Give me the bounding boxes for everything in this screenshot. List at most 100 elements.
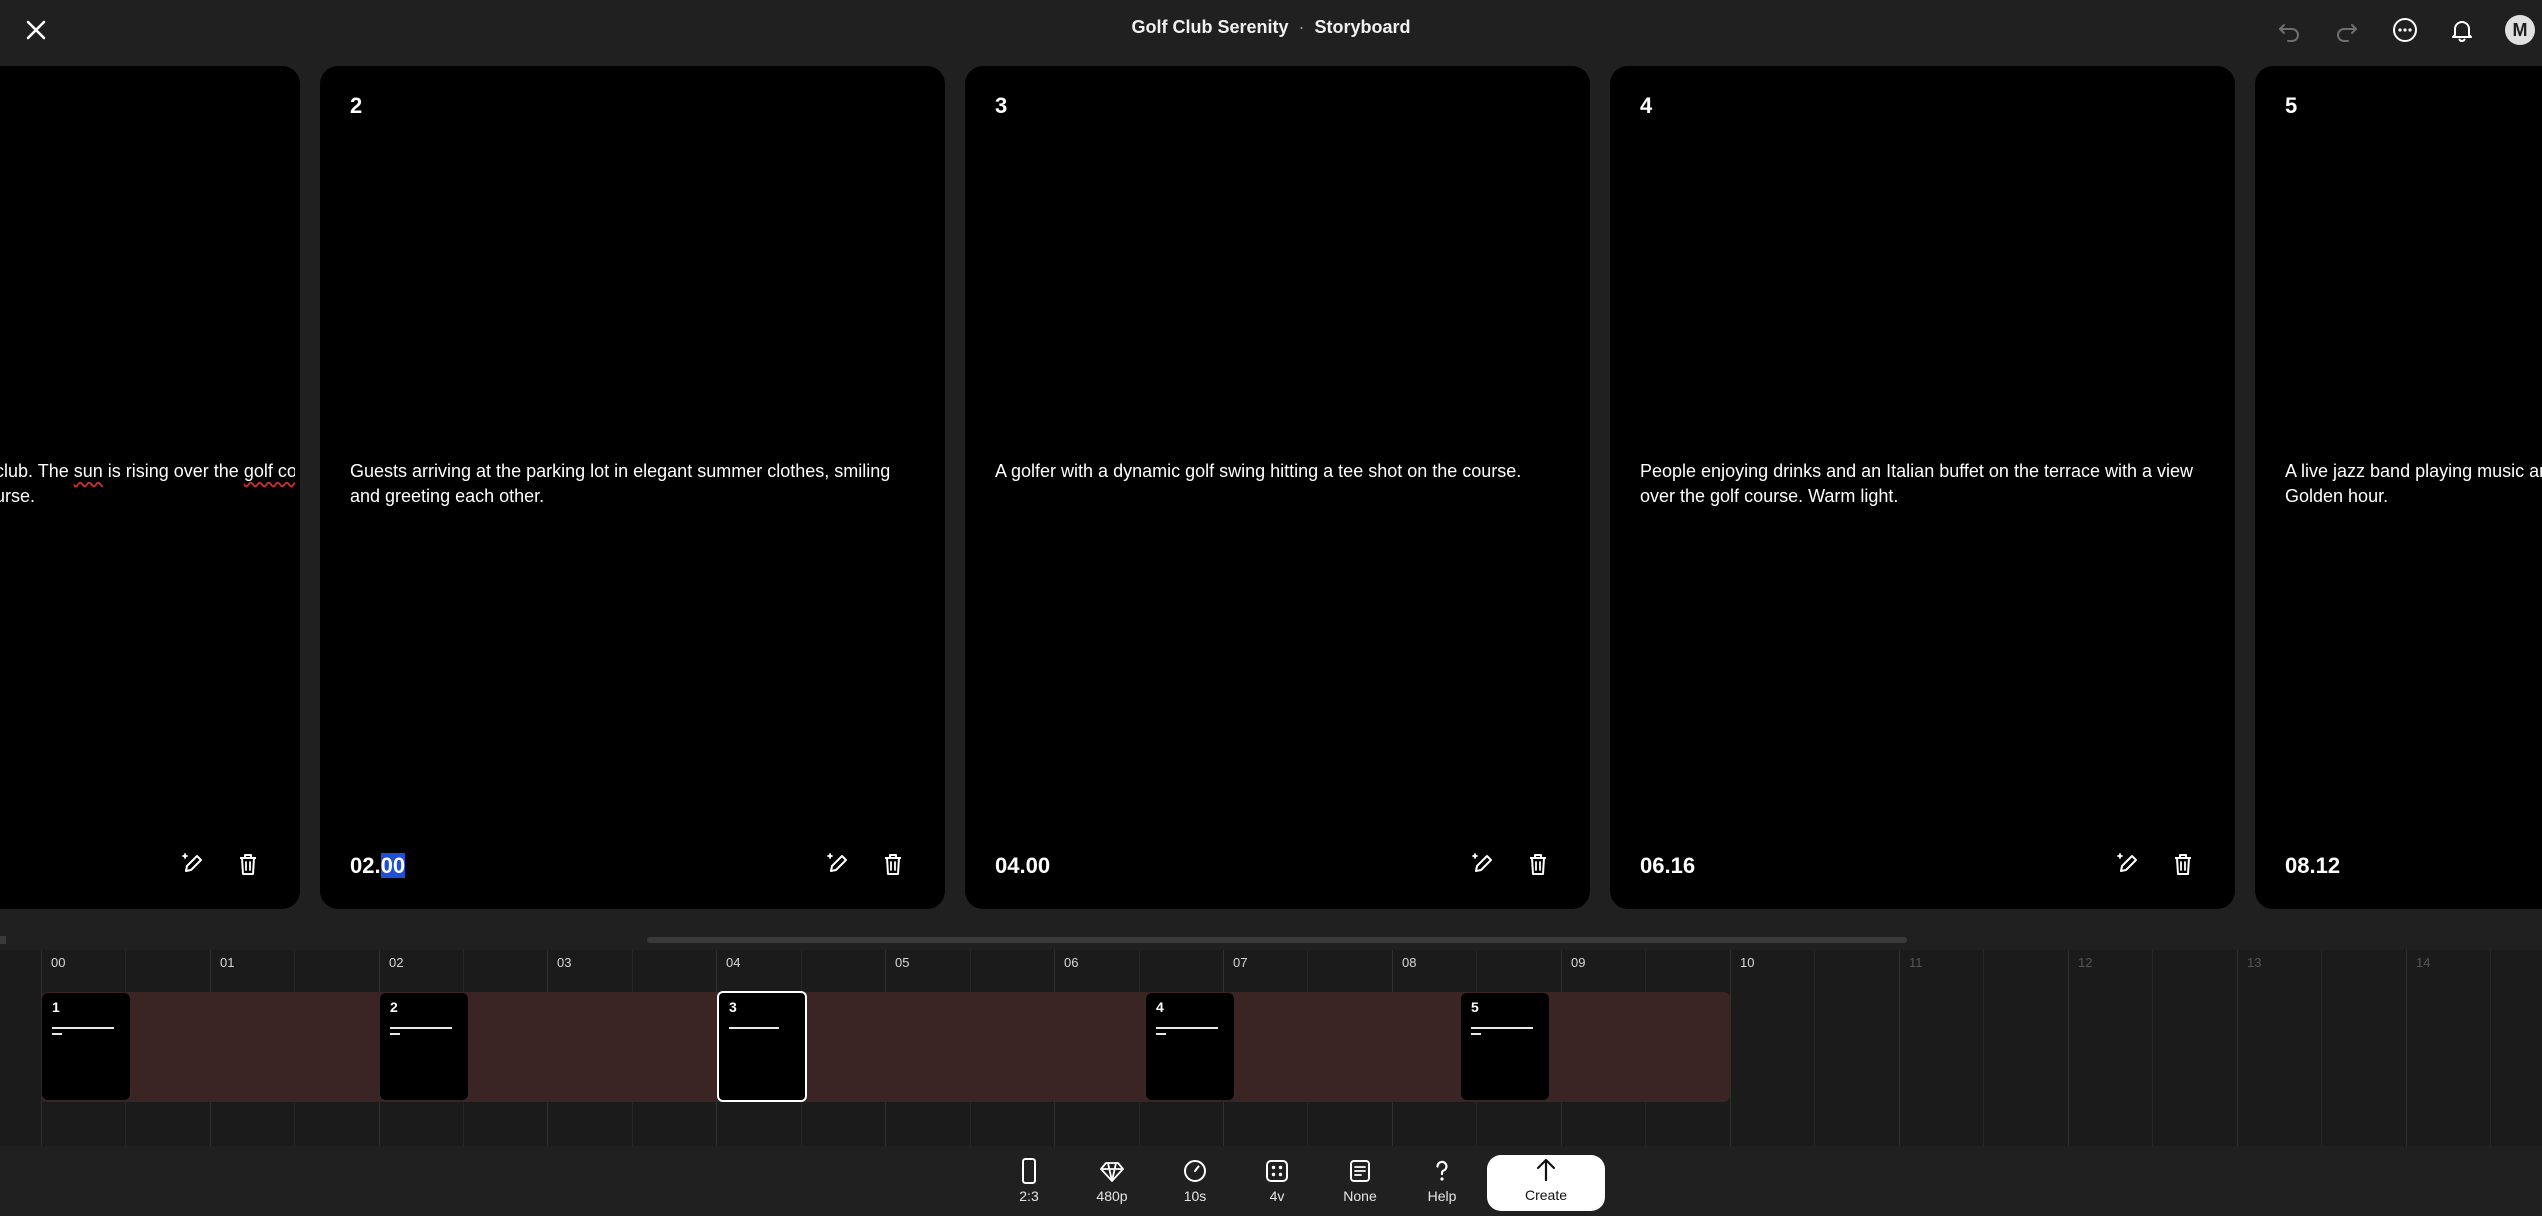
aspect-ratio-label: 2:3 xyxy=(1019,1188,1039,1204)
create-button[interactable]: Create xyxy=(1487,1155,1605,1211)
timeline[interactable]: 00 01 02 03 04 05 06 07 08 09 10 11 12 1… xyxy=(0,950,2542,1146)
scene-description[interactable]: club. The sun is rising over the golf co… xyxy=(0,459,295,509)
tick-label: 10 xyxy=(1740,955,1755,970)
magic-pencil-icon xyxy=(2117,853,2137,872)
delete-scene-button[interactable] xyxy=(2165,846,2201,882)
duration-label: 10s xyxy=(1183,1188,1207,1204)
variations-button[interactable]: 4v xyxy=(1245,1158,1309,1212)
grid-icon xyxy=(1266,1160,1288,1182)
project-name: Golf Club Serenity xyxy=(1131,17,1289,37)
delete-scene-button[interactable] xyxy=(875,846,911,882)
scene-start-time[interactable]: 04.00 xyxy=(995,853,1050,879)
tick-label: 11 xyxy=(1909,955,1923,970)
ai-edit-button[interactable] xyxy=(820,846,856,882)
clock-icon xyxy=(1184,1160,1206,1182)
tick-line xyxy=(1983,950,1984,1146)
header-bar: Golf Club Serenity · Storyboard M xyxy=(0,0,2542,60)
scene-card-3[interactable]: 3 A golfer with a dynamic golf swing hit… xyxy=(965,66,1590,909)
misspelled-word: golf course xyxy=(243,461,295,481)
scene-start-time[interactable]: 08.12 xyxy=(2285,853,2340,879)
scene-description[interactable]: Guests arriving at the parking lot in el… xyxy=(350,459,915,509)
misspelled-word: sun xyxy=(73,461,103,481)
clip-text-line xyxy=(1471,1033,1481,1035)
aspect-ratio-button[interactable]: 2:3 xyxy=(997,1158,1061,1212)
help-button[interactable]: Help xyxy=(1410,1158,1474,1212)
tick-label: 03 xyxy=(557,955,572,970)
diamond-icon xyxy=(1100,1162,1124,1182)
style-button[interactable]: None xyxy=(1328,1158,1392,1212)
view-name: Storyboard xyxy=(1314,17,1411,37)
avatar[interactable]: M xyxy=(2505,15,2535,45)
clip-text-line xyxy=(52,1027,114,1029)
clip-text-line xyxy=(1471,1027,1533,1029)
scene-start-time[interactable]: 02.00 xyxy=(350,853,406,879)
scene-description[interactable]: A golfer with a dynamic golf swing hitti… xyxy=(995,459,1560,484)
tick-label: 01 xyxy=(220,955,235,970)
trash-icon xyxy=(240,854,256,875)
clip-number: 3 xyxy=(729,999,737,1015)
undo-icon xyxy=(2279,24,2299,42)
scene-card-5[interactable]: 5 A live jazz band playing music and peo… xyxy=(2255,66,2542,909)
tick-label: 08 xyxy=(1402,955,1417,970)
more-icon xyxy=(2393,18,2417,42)
desc-text: is rising over the xyxy=(102,461,244,481)
tick-label: 07 xyxy=(1233,955,1248,970)
help-label: Help xyxy=(1427,1188,1457,1204)
timeline-clip-5[interactable]: 5 xyxy=(1461,993,1549,1100)
question-mark-icon xyxy=(1436,1160,1448,1181)
scene-card-2[interactable]: 2 Guests arriving at the parking lot in … xyxy=(320,66,945,909)
timeline-clip-1[interactable]: 1 xyxy=(42,993,130,1100)
selected-time-text: 00 xyxy=(380,853,406,878)
ai-edit-button[interactable] xyxy=(2110,846,2146,882)
scene-description[interactable]: A live jazz band playing music and peopl… xyxy=(2285,459,2542,509)
clip-number: 5 xyxy=(1471,999,1479,1015)
timeline-clip-3[interactable]: 3 xyxy=(717,991,807,1102)
redo-button[interactable] xyxy=(2331,14,2363,46)
page-title: Golf Club Serenity · Storyboard xyxy=(0,17,2542,38)
clip-text-line xyxy=(390,1027,452,1029)
ai-edit-button[interactable] xyxy=(1465,846,1501,882)
scene-description[interactable]: People enjoying drinks and an Italian bu… xyxy=(1640,459,2205,509)
cards-scrollbar[interactable] xyxy=(647,937,1907,943)
delete-scene-button[interactable] xyxy=(1520,846,1556,882)
clip-number: 4 xyxy=(1156,999,1164,1015)
tick-label: 12 xyxy=(2078,955,2093,970)
clip-text-line xyxy=(1156,1027,1218,1029)
magic-pencil-icon xyxy=(1472,853,1492,872)
tick-line xyxy=(2237,950,2238,1146)
timeline-clip-4[interactable]: 4 xyxy=(1146,993,1234,1100)
scene-card-4[interactable]: 4 People enjoying drinks and an Italian … xyxy=(1610,66,2235,909)
tick-line xyxy=(2321,950,2322,1146)
title-separator: · xyxy=(1298,17,1305,37)
scroll-left-edge xyxy=(0,936,6,944)
more-options-button[interactable] xyxy=(2389,14,2421,46)
clip-text-line xyxy=(390,1033,400,1035)
duration-button[interactable]: 10s xyxy=(1163,1158,1227,1212)
tick-label: 05 xyxy=(895,955,910,970)
style-label: None xyxy=(1343,1188,1377,1204)
scene-number: 2 xyxy=(350,93,363,118)
tick-line xyxy=(1899,950,1900,1146)
undo-button[interactable] xyxy=(2273,14,2305,46)
scene-number: 4 xyxy=(1640,93,1653,118)
timeline-clip-2[interactable]: 2 xyxy=(380,993,468,1100)
ai-edit-button[interactable] xyxy=(175,846,211,882)
scene-start-time[interactable]: 06.16 xyxy=(1640,853,1695,879)
quality-button[interactable]: 480p xyxy=(1080,1158,1144,1212)
bell-icon xyxy=(2452,21,2472,42)
tick-line xyxy=(1730,950,1731,1146)
scene-card-1[interactable]: club. The sun is rising over the golf co… xyxy=(0,66,300,909)
tick-line xyxy=(2068,950,2069,1146)
bottom-toolbar: 2:3 480p 10s 4v None Help Create xyxy=(0,1146,2542,1216)
tick-line xyxy=(1814,950,1815,1146)
notifications-button[interactable] xyxy=(2446,14,2478,46)
tick-line xyxy=(2406,950,2407,1146)
trash-icon xyxy=(885,854,901,875)
delete-scene-button[interactable] xyxy=(230,846,266,882)
clip-text-line xyxy=(1156,1033,1166,1035)
create-label: Create xyxy=(1524,1187,1568,1203)
magic-pencil-icon xyxy=(182,853,202,872)
tick-line xyxy=(2490,950,2491,1146)
tick-label: 02 xyxy=(389,955,404,970)
desc-text: club. The xyxy=(0,461,74,481)
